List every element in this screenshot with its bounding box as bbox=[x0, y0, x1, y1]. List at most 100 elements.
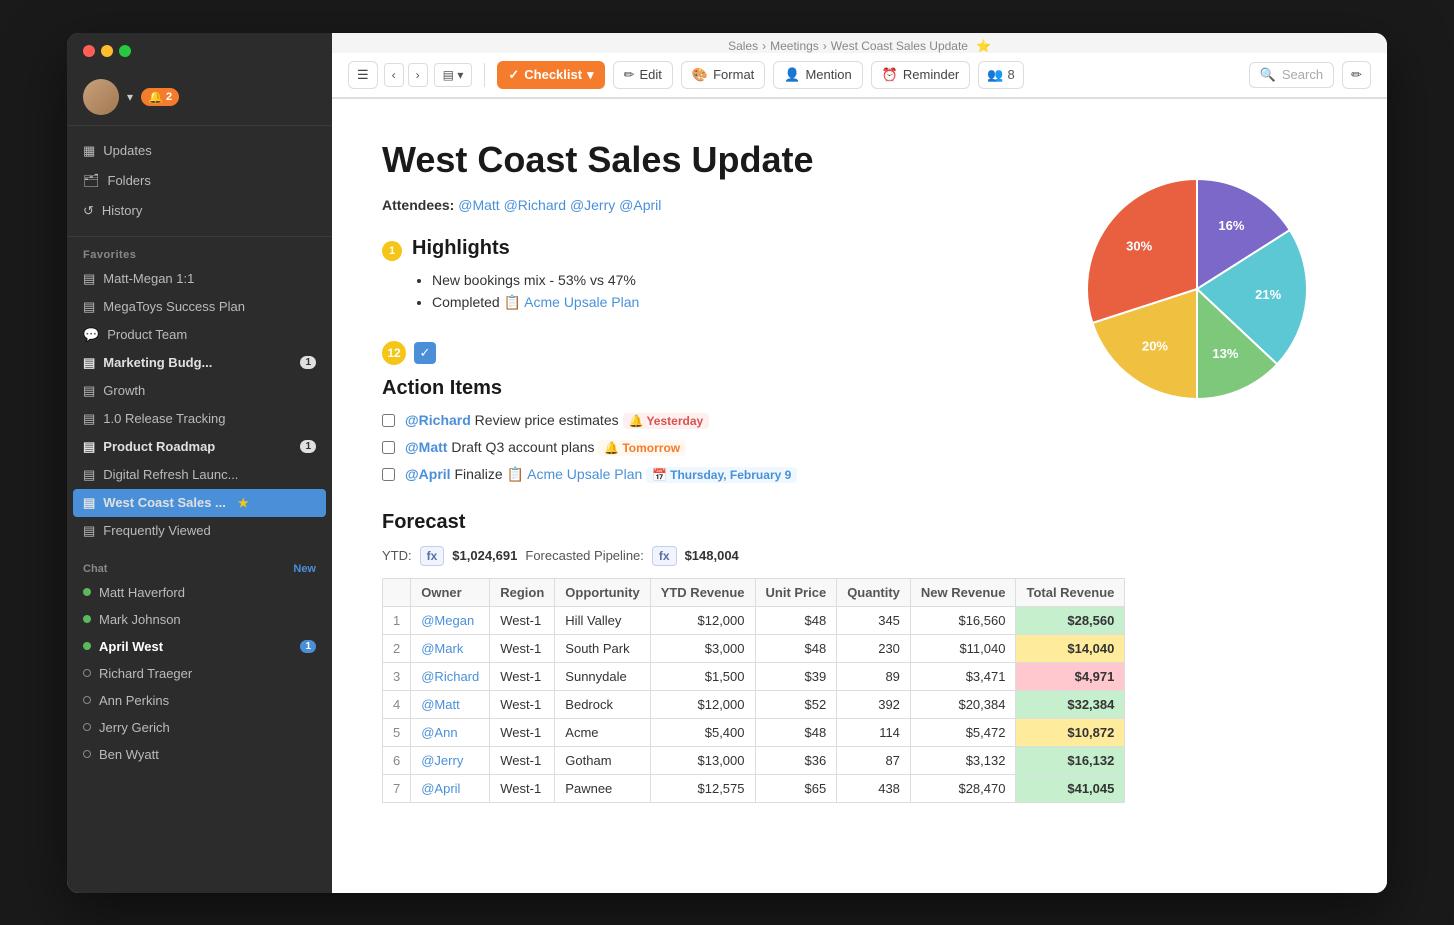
chat-item-matt[interactable]: Matt Haverford bbox=[67, 579, 332, 606]
forward-button[interactable]: › bbox=[408, 63, 428, 87]
window-controls bbox=[67, 33, 332, 65]
owner-link[interactable]: @April bbox=[421, 781, 460, 796]
cell-unit-price: $65 bbox=[755, 774, 837, 802]
group-icon: 💬 bbox=[83, 327, 99, 343]
mention-button[interactable]: 👤 Mention bbox=[773, 61, 862, 89]
action-checkbox-2[interactable] bbox=[382, 468, 395, 481]
back-button[interactable]: ‹ bbox=[384, 63, 404, 87]
chat-item-ann[interactable]: Ann Perkins bbox=[67, 687, 332, 714]
members-button[interactable]: 👥 8 bbox=[978, 61, 1023, 89]
checklist-button[interactable]: ✓ Checklist ▾ bbox=[497, 61, 604, 89]
chat-item-richard[interactable]: Richard Traeger bbox=[67, 660, 332, 687]
sidebar-item-product-roadmap[interactable]: ▤ Product Roadmap 1 bbox=[67, 433, 332, 461]
chat-name: Ann Perkins bbox=[99, 693, 169, 708]
action-mention-0[interactable]: @Richard bbox=[405, 412, 471, 428]
attendee-2[interactable]: @Jerry bbox=[570, 197, 615, 213]
doc-type-button[interactable]: ▤ ▾ bbox=[434, 63, 473, 87]
sidebar-item-west-coast-sales[interactable]: ▤ West Coast Sales ... ★ bbox=[73, 489, 326, 517]
action-item-0: @Richard Review price estimates 🔔 Yester… bbox=[382, 412, 1017, 429]
item-label: Marketing Budg... bbox=[103, 355, 212, 370]
sidebar-header: ▾ 🔔 2 bbox=[67, 65, 332, 126]
chat-name: Matt Haverford bbox=[99, 585, 185, 600]
search-box[interactable]: 🔍 Search bbox=[1249, 62, 1334, 88]
format-button[interactable]: 🎨 Format bbox=[681, 61, 765, 89]
attendee-1[interactable]: @Richard bbox=[504, 197, 566, 213]
chat-item-jerry[interactable]: Jerry Gerich bbox=[67, 714, 332, 741]
sidebar-item-megatoys[interactable]: ▤ MegaToys Success Plan bbox=[67, 293, 332, 321]
chat-item-ben[interactable]: Ben Wyatt bbox=[67, 741, 332, 768]
acme-link[interactable]: 📋 Acme Upsale Plan bbox=[504, 294, 640, 310]
sidebar-toggle-button[interactable]: ☰ bbox=[348, 61, 378, 89]
owner-link[interactable]: @Jerry bbox=[421, 753, 463, 768]
chat-new: New bbox=[293, 563, 316, 575]
action-item-2: @April Finalize 📋 Acme Upsale Plan 📅 Thu… bbox=[382, 466, 1017, 483]
search-icon: 🔍 bbox=[1260, 67, 1276, 83]
highlights-title: Highlights bbox=[412, 237, 639, 260]
due-date-1: 🔔 Tomorrow bbox=[598, 440, 686, 456]
checklist-label: Checklist bbox=[524, 67, 582, 82]
owner-link[interactable]: @Richard bbox=[421, 669, 479, 684]
chat-item-mark[interactable]: Mark Johnson bbox=[67, 606, 332, 633]
action-checkbox-1[interactable] bbox=[382, 441, 395, 454]
sidebar-item-matt-megan[interactable]: ▤ Matt-Megan 1:1 bbox=[67, 265, 332, 293]
cell-region: West-1 bbox=[490, 746, 555, 774]
format-icon: 🎨 bbox=[692, 67, 708, 83]
maximize-button[interactable] bbox=[119, 45, 131, 57]
chat-badge: 1 bbox=[300, 640, 316, 653]
edit-button[interactable]: ✏ Edit bbox=[613, 61, 673, 89]
notification-badge[interactable]: 🔔 2 bbox=[141, 88, 179, 106]
highlights-list: New bookings mix - 53% vs 47% Completed … bbox=[412, 272, 639, 311]
highlights-badges: 1 bbox=[382, 237, 402, 261]
doc-icon: ▤ bbox=[83, 355, 95, 371]
pie-label: 16% bbox=[1218, 217, 1244, 232]
action-mention-2[interactable]: @April bbox=[405, 466, 451, 482]
owner-link[interactable]: @Ann bbox=[421, 725, 457, 740]
close-button[interactable] bbox=[83, 45, 95, 57]
sidebar: ▾ 🔔 2 ▦ Updates 🗂 Folders ↺ History bbox=[67, 33, 332, 893]
sidebar-item-history[interactable]: ↺ History bbox=[67, 196, 332, 226]
toolbar-left: ☰ ‹ › ▤ ▾ bbox=[348, 61, 472, 89]
avatar[interactable] bbox=[83, 79, 119, 115]
breadcrumb-sales: Sales bbox=[728, 39, 758, 53]
cell-new-revenue: $16,560 bbox=[910, 606, 1016, 634]
sidebar-item-folders[interactable]: 🗂 Folders bbox=[67, 166, 332, 196]
online-indicator bbox=[83, 615, 91, 623]
attendee-3[interactable]: @April bbox=[619, 197, 661, 213]
pie-label: 30% bbox=[1126, 238, 1152, 253]
sidebar-item-growth[interactable]: ▤ Growth bbox=[67, 377, 332, 405]
reminder-button[interactable]: ⏰ Reminder bbox=[871, 61, 971, 89]
owner-link[interactable]: @Matt bbox=[421, 697, 459, 712]
sidebar-item-digital-refresh[interactable]: ▤ Digital Refresh Launc... bbox=[67, 461, 332, 489]
minimize-button[interactable] bbox=[101, 45, 113, 57]
col-num bbox=[383, 578, 411, 606]
owner-link[interactable]: @Megan bbox=[421, 613, 474, 628]
cell-unit-price: $52 bbox=[755, 690, 837, 718]
table-row: 5 @Ann West-1 Acme $5,400 $48 114 $5,472… bbox=[383, 718, 1125, 746]
action-checkbox-0[interactable] bbox=[382, 414, 395, 427]
acme-link-2[interactable]: 📋 Acme Upsale Plan bbox=[507, 466, 643, 482]
attendee-0[interactable]: @Matt bbox=[458, 197, 499, 213]
content-left: West Coast Sales Update Attendees: @Matt… bbox=[382, 139, 1017, 853]
doc-icon: ▤ bbox=[83, 495, 95, 511]
sidebar-item-marketing-budg[interactable]: ▤ Marketing Budg... 1 bbox=[67, 349, 332, 377]
table-row: 4 @Matt West-1 Bedrock $12,000 $52 392 $… bbox=[383, 690, 1125, 718]
new-doc-button[interactable]: ✏ bbox=[1342, 61, 1371, 89]
cell-new-revenue: $3,132 bbox=[910, 746, 1016, 774]
sidebar-item-release-tracking[interactable]: ▤ 1.0 Release Tracking bbox=[67, 405, 332, 433]
action-text-1: Draft Q3 account plans bbox=[451, 439, 598, 455]
action-mention-1[interactable]: @Matt bbox=[405, 439, 447, 455]
fx-badge-pipeline: fx bbox=[652, 546, 677, 566]
folders-icon: 🗂 bbox=[83, 173, 100, 189]
owner-link[interactable]: @Mark bbox=[421, 641, 463, 656]
cell-owner: @Jerry bbox=[411, 746, 490, 774]
sidebar-item-product-team[interactable]: 💬 Product Team bbox=[67, 321, 332, 349]
sidebar-item-frequently-viewed[interactable]: ▤ Frequently Viewed bbox=[67, 517, 332, 545]
cell-new-revenue: $11,040 bbox=[910, 634, 1016, 662]
alarm-icon-1: 🔔 bbox=[604, 441, 619, 455]
breadcrumb-star: ⭐ bbox=[976, 39, 991, 53]
user-dropdown[interactable]: ▾ bbox=[127, 90, 133, 104]
chat-item-april[interactable]: April West 1 bbox=[67, 633, 332, 660]
updates-label: Updates bbox=[103, 143, 151, 158]
table-row: 7 @April West-1 Pawnee $12,575 $65 438 $… bbox=[383, 774, 1125, 802]
sidebar-item-updates[interactable]: ▦ Updates bbox=[67, 136, 332, 166]
